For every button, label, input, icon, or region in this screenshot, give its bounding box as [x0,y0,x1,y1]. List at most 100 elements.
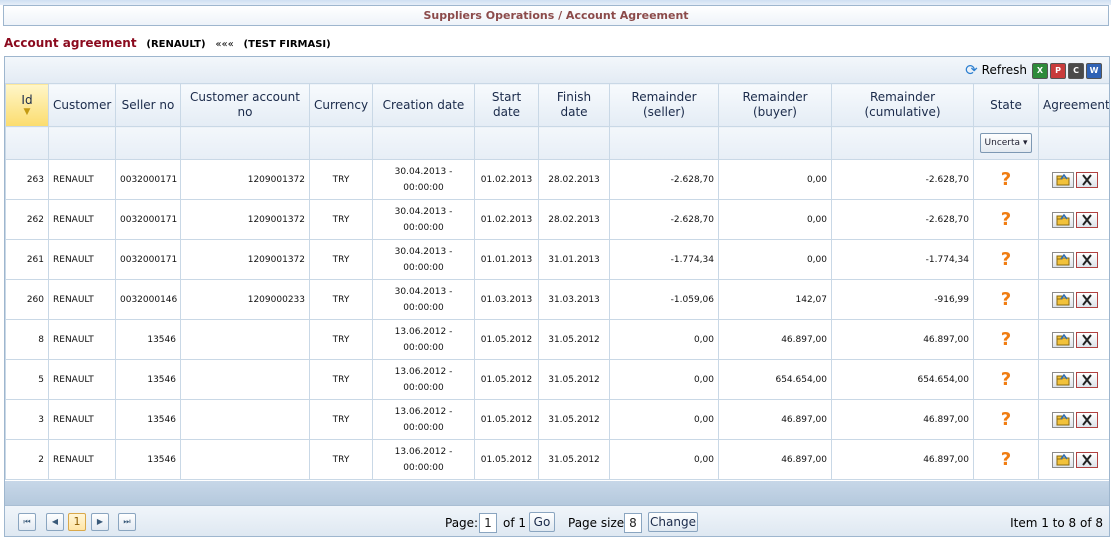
table-row[interactable]: 262 RENAULT 0032000171 1209001372 TRY 30.04.2… [5,199,1109,240]
excel-export-icon[interactable]: X [1032,63,1048,79]
csv-export-icon[interactable]: C [1068,63,1084,79]
cell-remainder-seller: -2.628,70 [609,159,719,200]
question-mark-icon[interactable]: ? [1001,169,1011,190]
question-mark-icon[interactable]: ? [1001,329,1011,350]
cell-seller-no: 0032000171 [115,159,181,200]
page-input[interactable]: 1 [479,513,497,533]
cell-id: 3 [5,399,49,440]
cell-start-date: 01.05.2012 [474,319,539,360]
last-page-button[interactable]: ⏭ [118,513,136,531]
cell-remainder-cumulative: -1.774,34 [831,239,974,280]
cell-finish-date: 31.01.2013 [538,239,610,280]
cell-start-date: 01.03.2013 [474,279,539,320]
cell-customer-account-no [180,359,310,400]
back-link[interactable]: ««« [215,39,233,50]
column-header-currency[interactable]: Currency [309,83,373,127]
change-button[interactable]: Change [648,512,698,532]
next-page-button[interactable]: ▶ [91,513,109,531]
firm-name: (TEST FIRMASI) [243,39,331,50]
table-row[interactable]: 8 RENAULT 13546 TRY 13.06.2012 - 00:00:00 01.0… [5,319,1109,360]
account-agreement-grid: ⟳ Refresh | X P C W Id ▼ Customer Seller… [4,56,1110,537]
cell-remainder-cumulative: 46.897,00 [831,399,974,440]
cell-remainder-buyer: 46.897,00 [718,399,832,440]
close-icon[interactable] [1076,451,1098,468]
column-header-creation-date[interactable]: Creation date [372,83,475,127]
current-page-button[interactable]: 1 [68,513,86,531]
cell-creation-date: 13.06.2012 - 00:00:00 [372,439,475,480]
cell-agreement [1038,239,1109,280]
column-header-agreement[interactable]: Agreement [1038,83,1109,127]
cell-agreement [1038,319,1109,360]
close-icon[interactable] [1076,171,1098,188]
cell-seller-no: 0032000171 [115,239,181,280]
cell-finish-date: 31.05.2012 [538,359,610,400]
close-icon[interactable] [1076,291,1098,308]
go-button[interactable]: Go [529,512,555,532]
cell-remainder-buyer: 654.654,00 [718,359,832,400]
column-header-seller-no[interactable]: Seller no [115,83,181,127]
prev-page-button[interactable]: ◀ [46,513,64,531]
close-icon[interactable] [1076,251,1098,268]
cell-creation-date: 30.04.2013 - 00:00:00 [372,279,475,320]
question-mark-icon[interactable]: ? [1001,209,1011,230]
cell-state: ? [973,159,1039,200]
question-mark-icon[interactable]: ? [1001,289,1011,310]
table-row[interactable]: 261 RENAULT 0032000171 1209001372 TRY 30.04.2… [5,239,1109,280]
table-row[interactable]: 2 RENAULT 13546 TRY 13.06.2012 - 00:00:00 01.0… [5,439,1109,480]
open-folder-icon[interactable] [1052,411,1074,428]
question-mark-icon[interactable]: ? [1001,369,1011,390]
open-folder-icon[interactable] [1052,171,1074,188]
cell-customer: RENAULT [48,279,116,320]
cell-remainder-seller: -1.059,06 [609,279,719,320]
question-mark-icon[interactable]: ? [1001,449,1011,470]
close-icon[interactable] [1076,371,1098,388]
pager: ⏮ ◀ 1 ▶ ⏭ Page: 1 of 1 Go Page size: 8 C… [5,505,1109,536]
column-header-remainder-seller[interactable]: Remainder (seller) [609,83,719,127]
cell-currency: TRY [309,319,373,360]
customer-name: (RENAULT) [146,39,206,50]
open-folder-icon[interactable] [1052,331,1074,348]
column-header-finish-date[interactable]: Finish date [538,83,610,127]
close-icon[interactable] [1076,211,1098,228]
cell-seller-no: 13546 [115,399,181,440]
column-header-state[interactable]: State [973,83,1039,127]
column-header-remainder-cumulative[interactable]: Remainder (cumulative) [831,83,974,127]
open-folder-icon[interactable] [1052,451,1074,468]
cell-customer: RENAULT [48,439,116,480]
open-folder-icon[interactable] [1052,371,1074,388]
cell-customer: RENAULT [48,319,116,360]
cell-customer: RENAULT [48,239,116,280]
table-row[interactable]: 3 RENAULT 13546 TRY 13.06.2012 - 00:00:00 01.0… [5,399,1109,440]
column-header-customer-account-no[interactable]: Customer account no [180,83,310,127]
table-row[interactable]: 263 RENAULT 0032000171 1209001372 TRY 30.04.2… [5,159,1109,200]
cell-customer-account-no [180,319,310,360]
close-icon[interactable] [1076,331,1098,348]
cell-agreement [1038,279,1109,320]
creation-time: 00:00:00 [403,302,444,313]
close-icon[interactable] [1076,411,1098,428]
creation-time: 00:00:00 [403,182,444,193]
pdf-export-icon[interactable]: P [1050,63,1066,79]
column-header-remainder-buyer[interactable]: Remainder (buyer) [718,83,832,127]
question-mark-icon[interactable]: ? [1001,249,1011,270]
cell-customer-account-no: 1209001372 [180,159,310,200]
open-folder-icon[interactable] [1052,251,1074,268]
cell-creation-date: 13.06.2012 - 00:00:00 [372,319,475,360]
column-header-id[interactable]: Id ▼ [5,83,49,127]
word-export-icon[interactable]: W [1086,63,1102,79]
refresh-icon: ⟳ [965,61,978,79]
refresh-button[interactable]: ⟳ Refresh [965,62,1027,78]
first-page-button[interactable]: ⏮ [18,513,36,531]
column-header-start-date[interactable]: Start date [474,83,539,127]
question-mark-icon[interactable]: ? [1001,409,1011,430]
state-filter-select[interactable]: Uncerta ▾ [979,133,1033,153]
cell-remainder-cumulative: 46.897,00 [831,439,974,480]
open-folder-icon[interactable] [1052,291,1074,308]
cell-customer: RENAULT [48,199,116,240]
table-row[interactable]: 5 RENAULT 13546 TRY 13.06.2012 - 00:00:00 01.0… [5,359,1109,400]
open-folder-icon[interactable] [1052,211,1074,228]
table-row[interactable]: 260 RENAULT 0032000146 1209000233 TRY 30.04.2… [5,279,1109,320]
column-header-customer[interactable]: Customer [48,83,116,127]
cell-start-date: 01.05.2012 [474,359,539,400]
page-size-input[interactable]: 8 [624,513,642,533]
